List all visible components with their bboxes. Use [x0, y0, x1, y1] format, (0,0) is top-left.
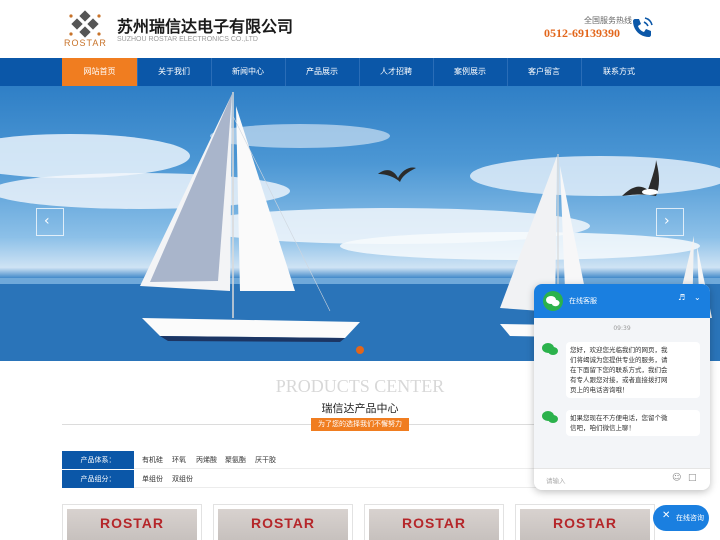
online-consult-label: 在线咨询 — [676, 514, 704, 522]
carousel-indicator-dot[interactable] — [356, 346, 364, 354]
chat-timestamp: 09:39 — [613, 325, 631, 332]
wechat-icon — [546, 296, 560, 307]
folder-icon[interactable]: □ — [688, 473, 697, 483]
filter-label-component: 产品组分： — [62, 470, 134, 488]
chat-message-bubble: 您好，欢迎您光临我们的网页，我 们将竭诚为您提供专业的服务，请 在下面留下您的联… — [566, 342, 700, 398]
hotline-number[interactable]: 0512-69139390 — [544, 26, 620, 41]
phone-icon — [633, 17, 653, 37]
product-card[interactable]: ROSTAR — [213, 504, 353, 540]
banner-prev-button[interactable]: ‹ — [36, 208, 64, 236]
online-consult-button[interactable]: ✕ 在线咨询 — [653, 505, 709, 531]
chat-message-line: 页上的电话咨询哦！ — [570, 386, 629, 394]
banner-next-button[interactable]: › — [656, 208, 684, 236]
chat-message-line: 如果您现在不方便电话，您留个微 — [570, 414, 668, 422]
chat-message-line: 在下面留下您的联系方式，我们会 — [570, 366, 668, 374]
nav-item-news[interactable]: 新闻中心 — [211, 58, 285, 86]
hotline-label: 全国服务热线 — [584, 16, 632, 25]
filter-option[interactable]: 有机硅 — [142, 451, 163, 469]
product-image: ROSTAR — [520, 509, 650, 540]
nav-item-products[interactable]: 产品展示 — [285, 58, 359, 86]
company-name-en: SUZHOU ROSTAR ELECTRONICS CO.,LTD — [117, 36, 258, 43]
site-header: ROSTAR 苏州瑞信达电子有限公司 SUZHOU ROSTAR ELECTRO… — [0, 0, 720, 58]
product-card[interactable]: ROSTAR — [515, 504, 655, 540]
nav-item-about[interactable]: 关于我们 — [137, 58, 211, 86]
speaker-icon[interactable]: ♬ — [678, 293, 685, 302]
emoji-icon[interactable]: ☺ — [672, 473, 681, 483]
product-brand-label: ROSTAR — [250, 515, 316, 531]
company-name-cn: 苏州瑞信达电子有限公司 — [117, 17, 294, 36]
products-tagline: 为了您的选择我们不懈努力 — [311, 418, 409, 431]
product-image: ROSTAR — [218, 509, 348, 540]
filter-option[interactable]: 环氧 — [172, 451, 186, 469]
chat-header: 在线客服 ♬ ⌄ — [534, 284, 710, 318]
filter-option[interactable]: 厌干胶 — [255, 451, 276, 469]
filter-option[interactable]: 丙烯酸 — [196, 451, 217, 469]
page: ROSTAR 苏州瑞信达电子有限公司 SUZHOU ROSTAR ELECTRO… — [0, 0, 720, 540]
product-image: ROSTAR — [67, 509, 197, 540]
arrow-left-icon: ‹ — [44, 213, 50, 229]
nav-item-contact[interactable]: 联系方式 — [581, 58, 657, 86]
chat-message-bubble: 如果您现在不方便电话，您留个微 信吧，咱们微信上聊！ — [566, 410, 700, 436]
live-chat-window: 在线客服 ♬ ⌄ 09:39 您好，欢迎您光临我们的网页，我 们将竭诚为您提供专… — [534, 284, 710, 490]
nav-item-messages[interactable]: 客户留言 — [507, 58, 581, 86]
minimize-chevron-icon[interactable]: ⌄ — [694, 293, 701, 302]
chat-message-line: 有专人跟您对接，或者直接拨打网 — [570, 376, 668, 384]
chat-input-bar[interactable]: 请输入 ☺ □ — [534, 468, 710, 490]
filter-option[interactable]: 聚氨酯 — [225, 451, 246, 469]
chat-message-line: 信吧，咱们微信上聊！ — [570, 424, 635, 432]
filter-option[interactable]: 单组份 — [142, 470, 163, 488]
product-image: ROSTAR — [369, 509, 499, 540]
close-icon[interactable]: ✕ — [662, 510, 670, 521]
product-brand-label: ROSTAR — [99, 515, 165, 531]
main-nav: 网站首页 关于我们 新闻中心 产品展示 人才招聘 案例展示 客户留言 联系方式 — [0, 58, 720, 86]
product-brand-label: ROSTAR — [552, 515, 618, 531]
chat-message-line: 们将竭诚为您提供专业的服务，请 — [570, 356, 668, 364]
filter-label-system: 产品体系： — [62, 451, 134, 469]
product-brand-label: ROSTAR — [401, 515, 467, 531]
wechat-icon — [542, 343, 558, 355]
nav-item-cases[interactable]: 案例展示 — [433, 58, 507, 86]
nav-item-careers[interactable]: 人才招聘 — [359, 58, 433, 86]
chat-agent-avatar — [543, 291, 563, 311]
filter-option[interactable]: 双组份 — [172, 470, 193, 488]
wechat-icon — [542, 411, 558, 423]
chat-input-placeholder[interactable]: 请输入 — [546, 475, 566, 485]
product-card[interactable]: ROSTAR — [364, 504, 504, 540]
nav-item-home[interactable]: 网站首页 — [62, 58, 137, 86]
arrow-right-icon: › — [664, 213, 670, 229]
product-card[interactable]: ROSTAR — [62, 504, 202, 540]
chat-message-line: 您好，欢迎您光临我们的网页，我 — [570, 346, 668, 354]
logo-wordmark: ROSTAR — [64, 38, 107, 48]
chat-title: 在线客服 — [569, 297, 597, 305]
